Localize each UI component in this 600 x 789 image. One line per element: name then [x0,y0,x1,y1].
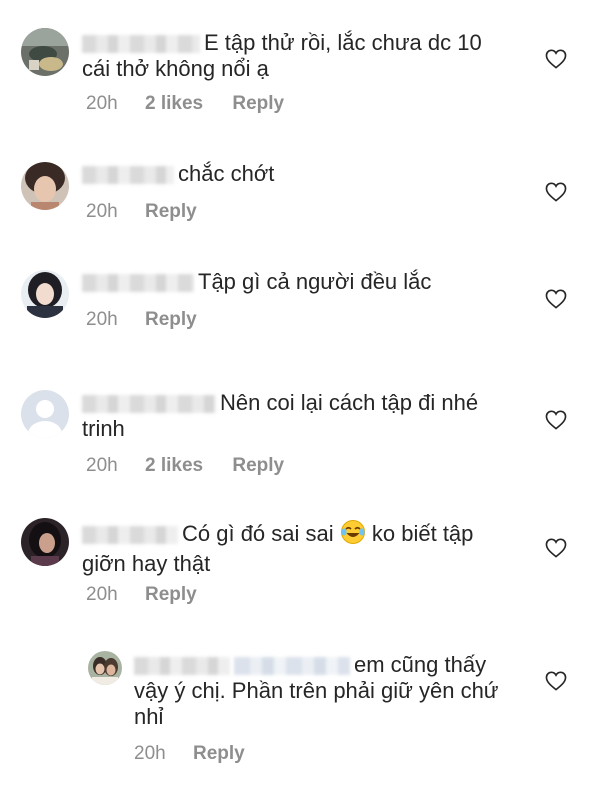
likes-count[interactable]: 2 likes [145,93,203,115]
comment-meta: 20h Reply [86,201,197,223]
comment-body: Nên coi lại cách tập đi nhé trinh [82,390,512,442]
reply-button[interactable]: Reply [232,455,284,477]
default-user-avatar[interactable] [21,390,69,438]
reply-button[interactable]: Reply [193,743,245,765]
reply-button[interactable]: Reply [145,584,197,606]
comment-body: Tập gì cả người đều lắc [82,269,512,295]
avatar[interactable] [21,28,69,76]
blurred-username[interactable] [82,166,174,185]
reply-button[interactable]: Reply [145,309,197,331]
avatar[interactable] [21,162,69,210]
heart-outline-icon[interactable] [545,410,567,430]
blurred-mention[interactable] [234,657,350,676]
heart-outline-icon[interactable] [545,671,567,691]
blurred-username[interactable] [82,526,178,545]
comment-body: E tập thử rồi, lắc chưa dc 10 cái thở kh… [82,30,512,82]
face-with-tears-of-joy-icon [340,519,366,551]
blurred-username[interactable] [82,274,194,293]
comment-meta: 20h Reply [86,584,197,606]
comment-meta: 20h 2 likes Reply [86,455,284,477]
avatar[interactable] [21,518,69,566]
comment-text: Tập gì cả người đều lắc [198,269,432,294]
comment-body: chắc chớt [82,161,512,187]
avatar[interactable] [21,270,69,318]
comment-meta: 20h Reply [134,743,245,765]
blurred-username[interactable] [82,35,200,54]
heart-outline-icon[interactable] [545,289,567,309]
comment-body: Có gì đó sai sai ko biết tập giỡn hay th… [82,519,512,577]
comment-time: 20h [134,743,166,764]
reply-button[interactable]: Reply [145,201,197,223]
comment-time: 20h [86,584,118,605]
comment-time: 20h [86,455,118,476]
likes-count[interactable]: 2 likes [145,455,203,477]
comment-time: 20h [86,309,118,330]
comment-meta: 20h Reply [86,309,197,331]
blurred-username[interactable] [82,395,216,414]
reply-button[interactable]: Reply [232,93,284,115]
avatar[interactable] [88,651,122,685]
comment-time: 20h [86,201,118,222]
heart-outline-icon[interactable] [545,538,567,558]
comment-text: Có gì đó sai sai [182,521,334,546]
heart-outline-icon[interactable] [545,182,567,202]
comment-time: 20h [86,93,118,114]
heart-outline-icon[interactable] [545,49,567,69]
comment-text: chắc chớt [178,161,275,186]
comment-body: em cũng thấy vậy ý chị. Phần trên phải g… [134,652,514,730]
comment-meta: 20h 2 likes Reply [86,93,284,115]
blurred-username[interactable] [134,657,230,676]
